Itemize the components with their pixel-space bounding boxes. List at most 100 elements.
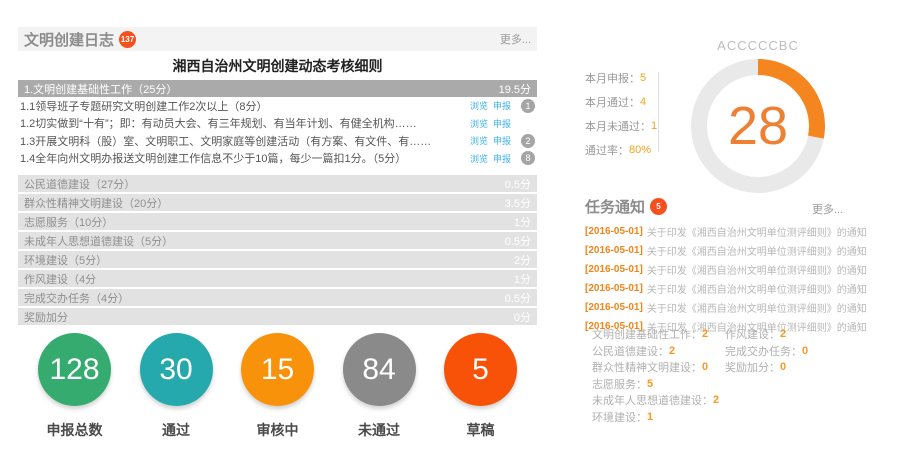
metric-value: 80% [629,143,652,156]
status-circles-row: 128 申报总数 30 通过 15 审核中 84 未通过 5 草稿 [18,333,537,440]
status-circle: 5 [444,333,517,406]
notice-more-link[interactable]: 更多... [812,201,843,217]
log-panel-header: 文明创建日志 137 更多... [18,27,537,51]
notice-panel-title: 任务通知 [585,199,646,216]
count-value: 2 [669,344,676,357]
donut-center-value: 28 [727,96,789,156]
log-panel-title: 文明创建日志 [24,31,115,49]
count-value: 0 [802,344,809,357]
status-circle-label: 草稿 [466,422,495,438]
status-circle: 84 [342,333,416,406]
notice-text: 关于印发《湘西自治州文明单位测评细则》的通知 [646,228,867,239]
count-bonus: 奖励加分： 0 [725,359,808,376]
status-circle: 128 [38,333,111,406]
assessment-rules-title: 湘西自治州文明创建动态考核细则 [172,58,383,74]
main-category-label: 1.文明创建基础性工作（25分） [24,83,178,96]
metric-monthly-passed: 本月通过： 4 [585,94,657,109]
metric-monthly-declared: 本月申报： 5 [585,70,657,85]
count-value: 0 [780,361,787,374]
view-link[interactable]: 浏览 [470,152,488,165]
category-list: 公民道德建设（27分） 0.5分 群众性精神文明建设（20分） 3.5分 志愿服… [18,175,537,325]
count-mass-spirit: 群众性精神文明建设： 0 [592,359,719,376]
count-label: 志愿服务： [592,378,647,391]
count-label: 完成交办任务： [725,345,802,358]
notice-item[interactable]: [2016-05-01] 关于印发《湘西自治州文明单位测评细则》的通知 [585,300,867,315]
status-circle-label: 申报总数 [46,422,103,438]
count-label: 群众性精神文明建设： [592,362,702,375]
notice-count-badge: 5 [650,198,668,215]
category-row-environment[interactable]: 环境建设（5分） 2分 [18,251,537,268]
category-row-mass-spirit[interactable]: 群众性精神文明建设（20分） 3.5分 [18,194,537,211]
notice-date: [2016-05-01] [585,283,643,294]
sub-item-label: 1.4全年向州文明办报送文明创建工作信息不少于10篇，每少一篇扣1分。（5分） [20,153,407,166]
status-under-review: 15 审核中 [233,333,323,440]
notice-item[interactable]: [2016-05-01] 关于印发《湘西自治州文明单位测评细则》的通知 [585,224,867,239]
apply-link[interactable]: 申报 [493,152,511,165]
notice-text: 关于印发《湘西自治州文明单位测评细则》的通知 [646,285,867,296]
notice-text: 关于印发《湘西自治州文明单位测评细则》的通知 [646,266,867,277]
apply-link[interactable]: 申报 [493,134,511,147]
category-row-citizen-morality[interactable]: 公民道德建设（27分） 0.5分 [18,175,537,192]
status-circle-label: 通过 [162,422,190,438]
sub-item-row: 1.1领导班子专题研究文明创建工作2次以上（8分） 浏览 申报 1 [18,97,537,115]
status-circle-label: 未通过 [358,422,400,438]
count-assigned-tasks: 完成交办任务： 0 [725,343,808,360]
stats-panel-title: ACCCCCBC [717,38,799,53]
sub-item-count-badge: 1 [521,98,535,113]
count-label: 环境建设： [592,411,647,424]
notice-item[interactable]: [2016-05-01] 关于印发《湘西自治州文明单位测评细则》的通知 [585,262,867,277]
metric-label: 本月通过： [585,96,640,109]
count-label: 作风建设： [725,329,780,342]
count-label: 文明创建基础性工作： [592,329,702,342]
category-score: 0.5分 [504,292,531,305]
category-score: 3.5分 [504,197,531,210]
log-count-badge: 137 [119,30,137,48]
status-not-passed: 84 未通过 [334,333,424,440]
log-more-link[interactable]: 更多... [500,31,531,47]
notice-date: [2016-05-01] [585,226,643,237]
notice-text: 关于印发《湘西自治州文明单位测评细则》的通知 [646,304,867,315]
count-citizen-morality: 公民道德建设： 2 [592,343,719,360]
view-link[interactable]: 浏览 [470,117,488,130]
category-score: 1分 [513,216,531,229]
count-volunteer: 志愿服务： 5 [592,376,719,393]
notice-item[interactable]: [2016-05-01] 关于印发《湘西自治州文明单位测评细则》的通知 [585,281,867,296]
count-label: 公民道德建设： [592,345,669,358]
sub-item-row: 1.3开展文明科（股）室、文明职工、文明家庭等创建活动（有方案、有文件、有…… … [18,132,537,150]
category-label: 奖励加分 [24,311,68,324]
category-label: 群众性精神文明建设（20分） [24,197,169,210]
count-value: 0 [702,361,709,374]
monthly-metrics: 本月申报： 5 本月通过： 4 本月未通过： 1 通过率： 80% [585,70,657,157]
metric-value: 4 [640,95,647,108]
category-counts-column-2: 作风建设： 2 完成交办任务： 0 奖励加分： 0 [725,326,808,376]
count-basic-work: 文明创建基础性工作： 2 [592,326,719,343]
sub-item-label: 1.2切实做到“十有”；即：有动员大会、有三年规划、有当年计划、有健全机构…… [20,118,417,131]
category-row-assigned-tasks[interactable]: 完成交办任务（4分） 0.5分 [18,289,537,306]
sub-item-label: 1.3开展文明科（股）室、文明职工、文明家庭等创建活动（有方案、有文件、有…… [20,135,432,148]
view-link[interactable]: 浏览 [470,134,488,147]
category-row-minors-morality[interactable]: 未成年人思想道德建设（5分） 0.5分 [18,232,537,249]
main-category-row[interactable]: 1.文明创建基础性工作（25分） 19.5分 [18,80,537,97]
category-label: 志愿服务（10分） [24,216,114,229]
category-label: 完成交办任务（4分） [24,292,130,305]
sub-item-count-badge: 2 [521,133,535,148]
notice-date: [2016-05-01] [585,245,643,256]
notice-item[interactable]: [2016-05-01] 关于印发《湘西自治州文明单位测评细则》的通知 [585,243,867,258]
count-value: 5 [647,377,654,390]
metric-label: 通过率： [585,144,629,157]
status-total-declared: 128 申报总数 [30,333,120,440]
category-label: 环境建设（5分） [24,254,108,267]
sub-item-row: 1.2切实做到“十有”；即：有动员大会、有三年规划、有当年计划、有健全机构…… … [18,115,537,133]
sub-item-label: 1.1领导班子专题研究文明创建工作2次以上（8分） [20,100,268,113]
apply-link[interactable]: 申报 [493,117,511,130]
category-label: 作风建设（4分 [24,273,97,286]
view-link[interactable]: 浏览 [470,99,488,112]
sub-item-count-badge: 8 [521,151,535,166]
category-row-volunteer[interactable]: 志愿服务（10分） 1分 [18,213,537,230]
category-row-bonus[interactable]: 奖励加分 0分 [18,308,537,325]
status-circle-label: 审核中 [256,422,299,438]
sub-item-row: 1.4全年向州文明办报送文明创建工作信息不少于10篇，每少一篇扣1分。（5分） … [18,150,537,168]
metric-monthly-not-passed: 本月未通过： 1 [585,118,657,133]
apply-link[interactable]: 申报 [493,99,511,112]
category-row-work-style[interactable]: 作风建设（4分 1分 [18,270,537,287]
